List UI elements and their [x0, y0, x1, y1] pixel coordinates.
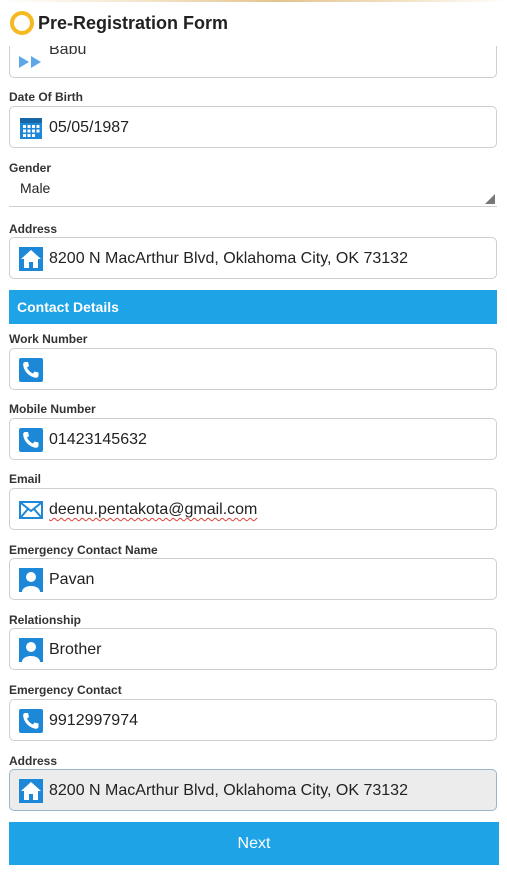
emergency-contact-field[interactable]: 9912997974 — [9, 699, 497, 741]
dob-value: 05/05/1987 — [49, 119, 130, 136]
email-value: deenu.pentakota@gmail.com — [49, 501, 258, 518]
mobile-number-value: 01423145632 — [49, 431, 147, 448]
emergency-name-field[interactable]: Pavan — [9, 558, 497, 600]
relationship-field[interactable]: Brother — [9, 628, 497, 670]
form-content: Babu Date Of Birth 05/05/1987 Gender Mal… — [0, 0, 507, 873]
emergency-name-value: Pavan — [49, 571, 95, 588]
email-field[interactable]: deenu.pentakota@gmail.com — [9, 488, 497, 530]
next-button[interactable]: Next — [9, 822, 499, 865]
person-icon — [19, 638, 43, 662]
section-title: Contact Details — [17, 299, 119, 315]
contact-address-field[interactable]: 8200 N MacArthur Blvd, Oklahoma City, OK… — [9, 769, 497, 811]
mail-icon — [19, 501, 43, 519]
phone-icon — [19, 428, 43, 452]
relationship-label: Relationship — [9, 613, 82, 627]
address-field[interactable]: 8200 N MacArthur Blvd, Oklahoma City, OK… — [9, 237, 497, 279]
contact-address-label: Address — [9, 754, 58, 768]
gender-select[interactable]: Male — [9, 173, 497, 207]
contact-details-header: Contact Details — [9, 290, 497, 324]
contact-address-value: 8200 N MacArthur Blvd, Oklahoma City, OK… — [49, 782, 408, 799]
emergency-name-label: Emergency Contact Name — [9, 543, 158, 557]
page-title: Pre-Registration Form — [38, 13, 229, 33]
dob-label: Date Of Birth — [9, 90, 84, 104]
work-number-field[interactable] — [9, 348, 497, 390]
app-logo-icon — [10, 11, 34, 35]
gender-value: Male — [20, 180, 51, 196]
relationship-value: Brother — [49, 641, 102, 658]
mobile-number-field[interactable]: 01423145632 — [9, 418, 497, 460]
home-icon — [19, 247, 43, 271]
mobile-number-label: Mobile Number — [9, 402, 96, 416]
phone-icon — [19, 358, 43, 382]
email-label: Email — [9, 472, 42, 486]
person-icon — [19, 568, 43, 592]
app-bar: Pre-Registration Form — [0, 2, 507, 46]
address-value: 8200 N MacArthur Blvd, Oklahoma City, OK… — [49, 250, 408, 267]
emergency-contact-value: 9912997974 — [49, 712, 138, 729]
home-icon — [19, 779, 43, 803]
address-label: Address — [9, 222, 58, 236]
phone-icon — [19, 709, 43, 733]
flag-icon — [19, 56, 41, 68]
dropdown-arrow-icon — [485, 194, 495, 204]
work-number-label: Work Number — [9, 332, 88, 346]
dob-field[interactable]: 05/05/1987 — [9, 106, 497, 148]
calendar-icon — [20, 118, 42, 139]
emergency-contact-label: Emergency Contact — [9, 683, 122, 697]
